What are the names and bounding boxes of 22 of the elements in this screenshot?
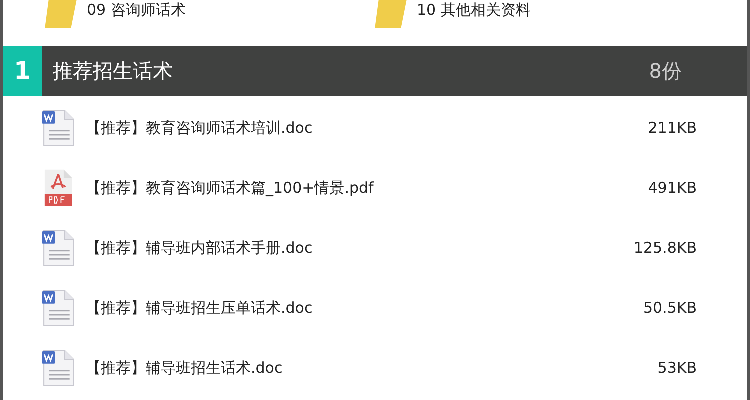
word-document-icon (42, 229, 75, 267)
file-name[interactable]: 【推荐】教育咨询师话术篇_100+情景.pdf (86, 178, 648, 198)
file-size: 125.8KB (634, 239, 697, 257)
folder-icon (45, 0, 77, 28)
pdf-document-icon (42, 169, 75, 207)
file-size: 491KB (648, 179, 697, 197)
word-document-icon (42, 109, 75, 147)
folder-name[interactable]: 09 咨询师话术 (87, 0, 186, 20)
section-title: 推荐招生话术 (53, 58, 174, 84)
file-size: 50.5KB (643, 299, 697, 317)
folder-icon (375, 0, 407, 28)
word-document-icon (42, 289, 75, 327)
file-name[interactable]: 【推荐】辅导班招生压单话术.doc (86, 298, 644, 318)
word-document-icon (42, 349, 75, 387)
folder-name[interactable]: 10 其他相关资料 (417, 0, 531, 20)
file-size: 53KB (658, 359, 697, 377)
file-name[interactable]: 【推荐】教育咨询师话术培训.doc (86, 118, 648, 138)
section-number: 1 (3, 46, 42, 96)
file-count: 8份 (649, 58, 682, 84)
file-size: 211KB (648, 119, 697, 137)
file-name[interactable]: 【推荐】辅导班招生话术.doc (86, 358, 658, 378)
file-name[interactable]: 【推荐】辅导班内部话术手册.doc (86, 238, 634, 258)
